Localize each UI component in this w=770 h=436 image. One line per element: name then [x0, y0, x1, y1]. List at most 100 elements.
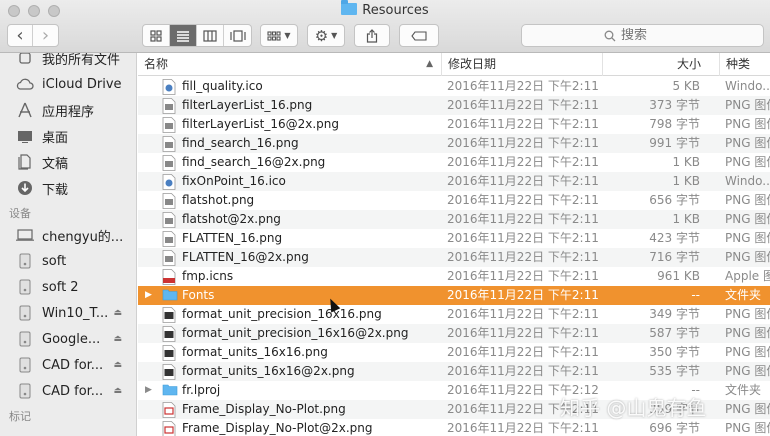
chevron-right-icon: › [41, 25, 50, 46]
file-name: FLATTEN_16.png [182, 231, 283, 245]
table-row[interactable]: Frame_Display_No-Plot@2x.png 2016年11月22日 … [138, 419, 770, 436]
sidebar-item[interactable]: Google... ⏏ [16, 328, 134, 350]
column-view-icon [203, 29, 217, 42]
computer-icon [16, 227, 34, 243]
file-date: 2016年11月22日 下午2:11 [447, 136, 599, 150]
back-button[interactable]: ‹ [8, 25, 33, 46]
icon-view-icon [150, 29, 162, 42]
file-size: 1 KB [672, 174, 700, 188]
table-row[interactable]: FLATTEN_16@2x.png 2016年11月22日 下午2:11 716 字… [138, 248, 770, 267]
file-name: format_units_16x16.png [182, 345, 328, 359]
search-field[interactable] [521, 24, 764, 47]
disclosure-triangle-icon[interactable]: ▶ [145, 381, 152, 400]
gear-icon: ⚙ [314, 26, 329, 45]
disk-icon [16, 279, 34, 295]
file-name: fmp.icns [182, 269, 234, 283]
table-row[interactable]: fill_quality.ico 2016年11月22日 下午2:11 5 KB Wi… [138, 77, 770, 96]
table-row[interactable]: flatshot.png 2016年11月22日 下午2:11 656 字节 PNG … [138, 191, 770, 210]
eject-icon[interactable]: ⏏ [113, 386, 122, 396]
sidebar-item[interactable]: 桌面 [16, 125, 134, 147]
file-date: 2016年11月22日 下午2:11 [447, 288, 599, 302]
png-file-icon [162, 117, 176, 133]
file-name: format_unit_precision_16x16@2x.png [182, 326, 409, 340]
file-name: filterLayerList_16.png [182, 98, 313, 112]
file-size: -- [691, 288, 700, 302]
table-row[interactable]: fmp.icns 2016年11月22日 下午2:11 961 KB Apple 图标 [138, 267, 770, 286]
edit-tags-button[interactable] [399, 24, 439, 47]
table-row[interactable]: filterLayerList_16@2x.png 2016年11月22日 下午2… [138, 115, 770, 134]
ico-file-icon [162, 174, 176, 190]
eject-icon[interactable]: ⏏ [113, 360, 122, 370]
share-button[interactable] [354, 24, 390, 47]
table-row[interactable]: format_unit_precision_16x16@2x.png 2016年1… [138, 324, 770, 343]
tag-icon [411, 30, 427, 41]
file-name: FLATTEN_16@2x.png [182, 250, 309, 264]
column-kind[interactable]: 种类 [719, 53, 770, 76]
sidebar-item-label: iCloud Drive [42, 76, 122, 92]
sidebar-item-label: soft 2 [42, 279, 79, 295]
list-view-button[interactable] [170, 25, 197, 46]
search-input[interactable] [621, 28, 681, 43]
cloud-icon [16, 76, 34, 92]
file-name: Frame_Display_No-Plot.png [182, 402, 346, 416]
action-button[interactable]: ⚙ ▼ [307, 24, 345, 47]
file-name: fill_quality.ico [182, 79, 263, 93]
table-row[interactable]: format_units_16x16.png 2016年11月22日 下午2:11… [138, 343, 770, 362]
png-file-icon [162, 326, 176, 342]
table-row[interactable]: filterLayerList_16.png 2016年11月22日 下午2:11… [138, 96, 770, 115]
table-row[interactable]: FLATTEN_16.png 2016年11月22日 下午2:11 423 字节 PN… [138, 229, 770, 248]
table-row[interactable]: format_units_16x16@2x.png 2016年11月22日 下午2… [138, 362, 770, 381]
file-date: 2016年11月22日 下午2:11 [447, 326, 599, 340]
sidebar-item[interactable]: 应用程序 [16, 99, 134, 121]
column-size[interactable]: 大小 [602, 53, 719, 76]
file-kind: PNG 图像 [725, 364, 770, 378]
table-row[interactable]: find_search_16@2x.png 2016年11月22日 下午2:11 1… [138, 153, 770, 172]
sidebar-item[interactable]: Win10_T... ⏏ [16, 302, 134, 324]
eject-icon[interactable]: ⏏ [113, 308, 122, 318]
sidebar-item[interactable]: iCloud Drive [16, 73, 134, 95]
sidebar-item[interactable]: 下载 [16, 177, 134, 199]
column-date[interactable]: 修改日期 [441, 53, 602, 76]
file-date: 2016年11月22日 下午2:11 [447, 364, 599, 378]
folder-icon [162, 383, 178, 398]
column-view-button[interactable] [197, 25, 224, 46]
forward-button[interactable]: › [33, 25, 58, 46]
file-kind: PNG 图像 [725, 136, 770, 150]
table-row[interactable]: fixOnPoint_16.ico 2016年11月22日 下午2:11 1 KB W… [138, 172, 770, 191]
png-file-icon [162, 364, 176, 380]
sidebar-item-label: chengyu的... [42, 229, 124, 245]
disclosure-triangle-icon[interactable]: ▶ [145, 286, 152, 305]
column-name[interactable]: 名称 ▲ [138, 53, 441, 76]
file-size: 373 字节 [649, 98, 700, 112]
sidebar-item[interactable]: CAD for... ⏏ [16, 380, 134, 402]
applications-icon [16, 102, 34, 118]
sidebar-item[interactable]: soft [16, 250, 134, 272]
table-row[interactable]: format_unit_precision_16x16.png 2016年11月2… [138, 305, 770, 324]
file-kind: 文件夹 [725, 383, 762, 397]
arrange-button[interactable]: ▼ [260, 24, 298, 47]
chevron-down-icon: ▼ [331, 31, 338, 40]
sidebar-section-tags: 标记 [9, 410, 31, 423]
table-row[interactable]: ▶ Fonts 2016年11月22日 下午2:11 -- 文件夹 [138, 286, 770, 305]
back-forward-control: ‹ › [7, 24, 59, 47]
gallery-view-button[interactable] [224, 25, 251, 46]
disk-icon [16, 305, 34, 321]
file-name: fixOnPoint_16.ico [182, 174, 286, 188]
png-file-icon [162, 231, 176, 247]
sidebar-item[interactable]: chengyu的... [16, 224, 134, 246]
file-size: 587 字节 [649, 326, 700, 340]
table-row[interactable]: flatshot@2x.png 2016年11月22日 下午2:11 1 KB PNG… [138, 210, 770, 229]
sidebar-item[interactable]: soft 2 [16, 276, 134, 298]
view-mode-control [142, 24, 252, 47]
file-name: format_units_16x16@2x.png [182, 364, 355, 378]
sidebar-item[interactable]: CAD for... ⏏ [16, 354, 134, 376]
table-row[interactable]: find_search_16.png 2016年11月22日 下午2:11 991 … [138, 134, 770, 153]
file-kind: Windo... [725, 79, 770, 93]
sidebar-item[interactable]: 我的所有文件 [16, 53, 134, 69]
file-date: 2016年11月22日 下午2:11 [447, 98, 599, 112]
file-date: 2016年11月22日 下午2:11 [447, 193, 599, 207]
sidebar-item[interactable]: 文稿 [16, 151, 134, 173]
eject-icon[interactable]: ⏏ [113, 334, 122, 344]
icon-view-button[interactable] [143, 25, 170, 46]
png-file-icon [162, 421, 176, 436]
